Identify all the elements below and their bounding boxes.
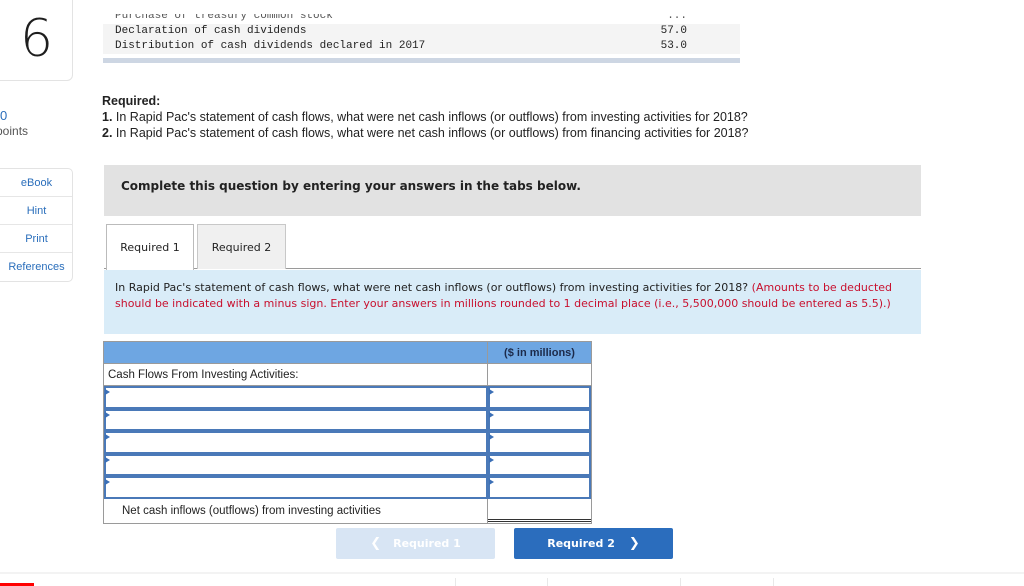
table-row	[104, 476, 591, 499]
points-label: points	[0, 124, 29, 138]
dropdown-marker-icon	[105, 411, 110, 418]
next-label: Required 2	[547, 537, 615, 550]
table-row	[104, 453, 591, 476]
footer-separator	[680, 578, 681, 586]
table-row: Purchase of treasury common stock ...	[103, 14, 740, 24]
line-item-select[interactable]	[104, 453, 488, 476]
required-item-1: 1. In Rapid Pac's statement of cash flow…	[102, 110, 748, 124]
table-row	[104, 431, 591, 454]
table-bottom-rule	[103, 58, 740, 63]
instruction-banner: Complete this question by entering your …	[104, 165, 921, 216]
question-number-card: 6	[0, 0, 73, 81]
section-label: Cash Flows From Investing Activities:	[104, 364, 488, 385]
line-item-select[interactable]	[104, 408, 488, 431]
total-value	[488, 499, 591, 522]
chevron-right-icon: ❯	[628, 536, 640, 551]
required-heading: Required:	[102, 94, 161, 108]
amount-input[interactable]	[490, 456, 589, 475]
line-item-select[interactable]	[104, 431, 488, 454]
line-item-input[interactable]	[106, 456, 486, 475]
dropdown-marker-icon	[489, 411, 494, 418]
references-link[interactable]: References	[0, 253, 72, 281]
answer-table: ($ in millions) Cash Flows From Investin…	[103, 341, 592, 524]
amount-cell[interactable]	[488, 476, 591, 499]
dropdown-marker-icon	[489, 479, 494, 485]
amount-input[interactable]	[490, 478, 589, 498]
previous-required-button[interactable]: ❮ Required 1	[336, 528, 495, 559]
question-prompt-panel: In Rapid Pac's statement of cash flows, …	[104, 270, 921, 334]
row-value: 57.0	[660, 25, 687, 37]
dropdown-marker-icon	[489, 434, 494, 440]
amount-input[interactable]	[490, 388, 589, 408]
dropdown-marker-icon	[105, 456, 110, 463]
amount-input[interactable]	[490, 411, 589, 430]
dropdown-marker-icon	[105, 434, 110, 440]
next-required-button[interactable]: Required 2 ❯	[514, 528, 673, 559]
row-label: Purchase of treasury common stock	[115, 14, 333, 22]
total-label: Net cash inflows (outflows) from investi…	[104, 498, 488, 523]
footer-separator	[455, 578, 456, 586]
tab-required-2[interactable]: Required 2	[197, 224, 286, 269]
total-row: Net cash inflows (outflows) from investi…	[104, 498, 591, 523]
ebook-link[interactable]: eBook	[0, 169, 72, 197]
table-row: Declaration of cash dividends 57.0	[103, 24, 740, 39]
amount-cell[interactable]	[488, 386, 591, 409]
line-item-select[interactable]	[104, 476, 488, 499]
points-value: 0	[0, 108, 8, 123]
requirement-tabs: Required 1 Required 2	[104, 224, 921, 270]
chevron-left-icon: ❮	[370, 536, 382, 551]
resource-links: eBook Hint Print References	[0, 168, 73, 282]
transaction-data-table: Purchase of treasury common stock ... De…	[103, 14, 740, 63]
required-section: Required: 1. In Rapid Pac's statement of…	[102, 93, 748, 141]
question-number: 6	[19, 8, 54, 69]
print-link[interactable]: Print	[0, 225, 72, 253]
line-item-select[interactable]	[104, 386, 488, 409]
dropdown-marker-icon	[105, 479, 110, 485]
question-prompt: In Rapid Pac's statement of cash flows, …	[115, 281, 893, 310]
amount-cell[interactable]	[488, 408, 591, 431]
section-label-row: Cash Flows From Investing Activities:	[104, 364, 591, 386]
line-item-input[interactable]	[106, 433, 486, 453]
required-item-2: 2. In Rapid Pac's statement of cash flow…	[102, 126, 749, 140]
column-header-amount: ($ in millions)	[504, 347, 575, 359]
footer-separator	[547, 578, 548, 586]
table-row: Distribution of cash dividends declared …	[103, 39, 740, 54]
dropdown-marker-icon	[489, 389, 494, 395]
amount-cell[interactable]	[488, 431, 591, 454]
previous-label: Required 1	[393, 537, 461, 550]
line-item-input[interactable]	[106, 388, 486, 408]
footer-separator	[773, 578, 774, 586]
dropdown-marker-icon	[105, 389, 110, 395]
row-value: ...	[667, 14, 687, 22]
amount-input[interactable]	[490, 433, 589, 453]
table-header: ($ in millions)	[104, 342, 591, 364]
table-row	[104, 386, 591, 409]
footer-divider	[0, 572, 1024, 574]
dropdown-marker-icon	[489, 456, 494, 463]
amount-cell[interactable]	[488, 453, 591, 476]
line-item-input[interactable]	[106, 411, 486, 430]
row-value: 53.0	[660, 40, 687, 52]
tab-required-1[interactable]: Required 1	[106, 224, 194, 270]
hint-link[interactable]: Hint	[0, 197, 72, 225]
instruction-text: Complete this question by entering your …	[121, 179, 581, 193]
line-item-input[interactable]	[106, 478, 486, 498]
row-label: Distribution of cash dividends declared …	[115, 40, 426, 52]
table-row	[104, 408, 591, 431]
row-label: Declaration of cash dividends	[115, 25, 307, 37]
